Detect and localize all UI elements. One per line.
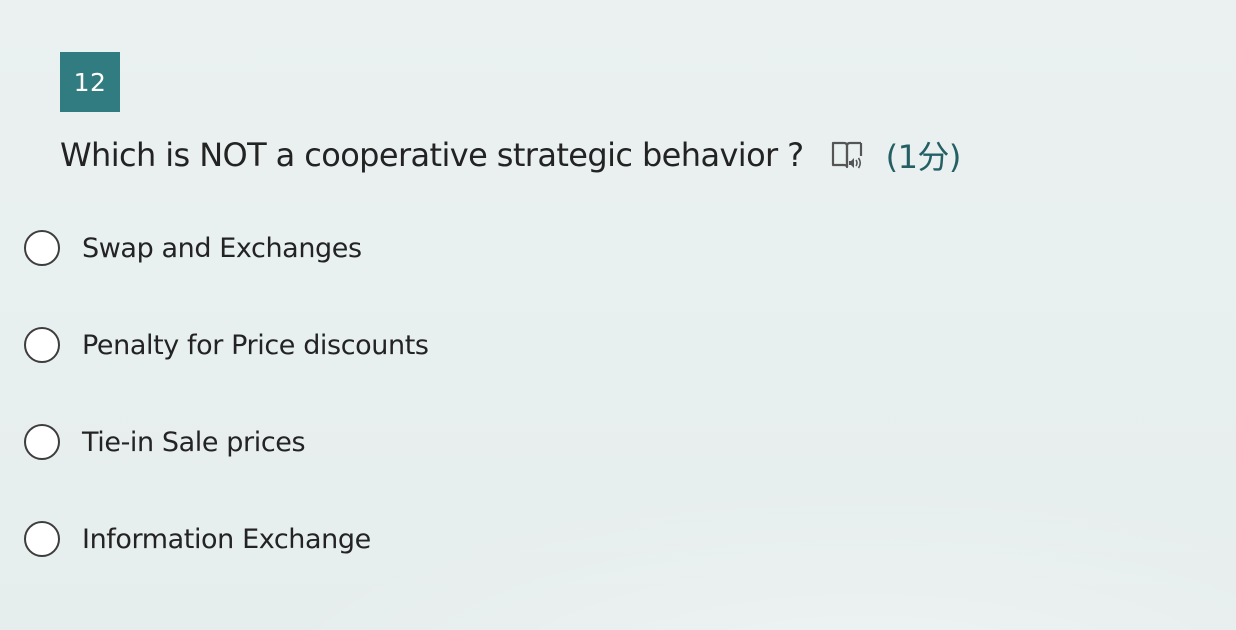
radio-button[interactable] xyxy=(24,230,60,266)
radio-button[interactable] xyxy=(24,521,60,557)
option-label: Tie-in Sale prices xyxy=(82,426,306,458)
option-label: Swap and Exchanges xyxy=(82,232,362,264)
book-speaker-icon[interactable] xyxy=(828,138,866,172)
option-tie-in-sale-prices[interactable]: Tie-in Sale prices xyxy=(24,422,306,462)
question-text: Which is NOT a cooperative strategic beh… xyxy=(60,136,804,174)
option-penalty-for-price-discounts[interactable]: Penalty for Price discounts xyxy=(24,325,429,365)
radio-button[interactable] xyxy=(24,327,60,363)
option-label: Information Exchange xyxy=(82,523,371,555)
question-page: 12 Which is NOT a cooperative strategic … xyxy=(0,0,1236,630)
question-number: 12 xyxy=(73,67,107,97)
book-speaker-icon-graphic xyxy=(831,141,862,169)
option-label: Penalty for Price discounts xyxy=(82,329,429,361)
question-header: Which is NOT a cooperative strategic beh… xyxy=(60,132,961,178)
option-information-exchange[interactable]: Information Exchange xyxy=(24,519,371,559)
option-swap-and-exchanges[interactable]: Swap and Exchanges xyxy=(24,228,362,268)
question-number-badge: 12 xyxy=(60,52,120,112)
question-score: (1分) xyxy=(885,138,962,176)
radio-button[interactable] xyxy=(24,424,60,460)
